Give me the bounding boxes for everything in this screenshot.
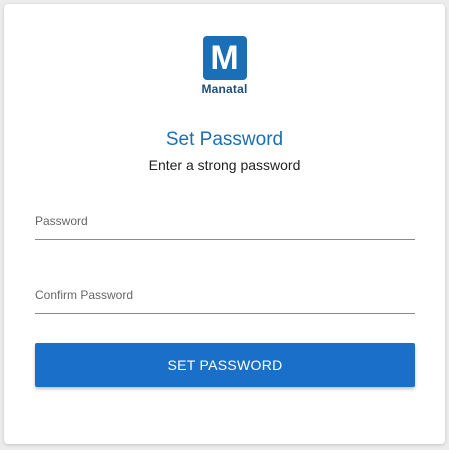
page-title: Set Password (165, 129, 284, 150)
set-password-button[interactable]: SET PASSWORD (35, 343, 415, 387)
page-subtitle: Enter a strong password (148, 157, 301, 173)
confirm-password-field[interactable] (35, 277, 415, 314)
set-password-card: M Manatal Set Password Enter a strong pa… (4, 4, 445, 444)
logo: M Manatal (4, 36, 445, 96)
brand-name: Manatal (201, 82, 248, 96)
manatal-logo-icon: M (202, 36, 247, 80)
password-field[interactable] (35, 203, 415, 240)
